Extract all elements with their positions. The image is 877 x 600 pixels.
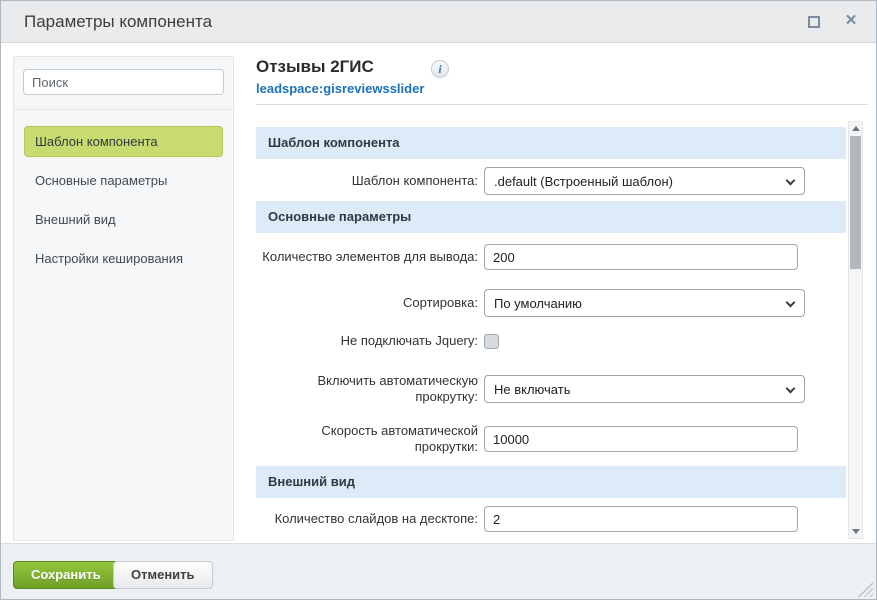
scrollbar-thumb[interactable] <box>850 136 861 269</box>
maximize-icon[interactable] <box>808 16 820 28</box>
field-label: Количество элементов для вывода: <box>256 249 484 265</box>
scroll-down-icon[interactable] <box>849 525 862 538</box>
select-value: По умолчанию <box>494 296 582 311</box>
form-row: Количество элементов для вывода: <box>256 244 846 270</box>
form-row: Не подключать Jquery: <box>256 333 846 349</box>
sidebar-item-main-params[interactable]: Основные параметры <box>24 165 223 196</box>
desktop-slides-input[interactable] <box>484 506 798 532</box>
form-row: Количество слайдов на десктопе: <box>256 506 846 532</box>
parameters-form: Шаблон компонента Шаблон компонента: .de… <box>256 119 846 541</box>
dialog-titlebar: Параметры компонента × <box>1 1 876 43</box>
field-label: Шаблон компонента: <box>256 173 484 189</box>
section-header-appearance: Внешний вид <box>256 466 846 498</box>
component-title: Отзывы 2ГИС <box>256 57 374 77</box>
scroll-speed-input[interactable] <box>484 426 798 452</box>
form-row: Включить автоматическую прокрутку: Не вк… <box>256 373 846 405</box>
sidebar-item-cache-settings[interactable]: Настройки кеширования <box>24 243 223 274</box>
select-value: Не включать <box>494 382 570 397</box>
close-icon[interactable]: × <box>841 9 861 33</box>
section-header-template: Шаблон компонента <box>256 127 846 159</box>
sidebar-divider <box>14 109 233 110</box>
field-label: Количество слайдов на десктопе: <box>256 511 484 527</box>
dialog-title: Параметры компонента <box>24 12 212 32</box>
save-button[interactable]: Сохранить <box>13 561 119 589</box>
field-label: Не подключать Jquery: <box>256 333 484 349</box>
form-row: Шаблон компонента: .default (Встроенный … <box>256 167 846 195</box>
component-parameters-dialog: Параметры компонента × Шаблон компонента… <box>0 0 877 600</box>
chevron-down-icon <box>786 176 796 186</box>
resize-grip[interactable] <box>857 581 873 597</box>
component-header: Отзывы 2ГИС i leadspace:gisreviewsslider <box>256 57 846 96</box>
form-row: Сортировка: По умолчанию <box>256 289 846 317</box>
chevron-down-icon <box>786 384 796 394</box>
elements-count-input[interactable] <box>484 244 798 270</box>
sidebar-item-template[interactable]: Шаблон компонента <box>24 126 223 157</box>
component-code: leadspace:gisreviewsslider <box>256 81 846 96</box>
chevron-down-icon <box>786 298 796 308</box>
field-label: Скорость автоматической прокрутки: <box>256 423 484 455</box>
parameters-sidebar: Шаблон компонента Основные параметры Вне… <box>13 56 234 541</box>
sidebar-item-appearance[interactable]: Внешний вид <box>24 204 223 235</box>
section-header-main-params: Основные параметры <box>256 201 846 233</box>
field-label: Включить автоматическую прокрутку: <box>256 373 484 405</box>
info-icon[interactable]: i <box>431 60 449 78</box>
field-label: Сортировка: <box>256 295 484 311</box>
cancel-button[interactable]: Отменить <box>113 561 213 589</box>
select-value: .default (Встроенный шаблон) <box>494 174 673 189</box>
scroll-up-icon[interactable] <box>849 122 862 135</box>
template-select[interactable]: .default (Встроенный шаблон) <box>484 167 805 195</box>
sorting-select[interactable]: По умолчанию <box>484 289 805 317</box>
dialog-footer: Сохранить Отменить <box>1 543 876 600</box>
autoscroll-select[interactable]: Не включать <box>484 375 805 403</box>
form-scrollbar[interactable] <box>848 121 863 539</box>
sidebar-menu: Шаблон компонента Основные параметры Вне… <box>24 126 223 274</box>
form-row: Скорость автоматической прокрутки: <box>256 423 846 455</box>
search-input[interactable] <box>23 69 224 95</box>
header-divider <box>256 104 868 105</box>
jquery-checkbox[interactable] <box>484 334 499 349</box>
